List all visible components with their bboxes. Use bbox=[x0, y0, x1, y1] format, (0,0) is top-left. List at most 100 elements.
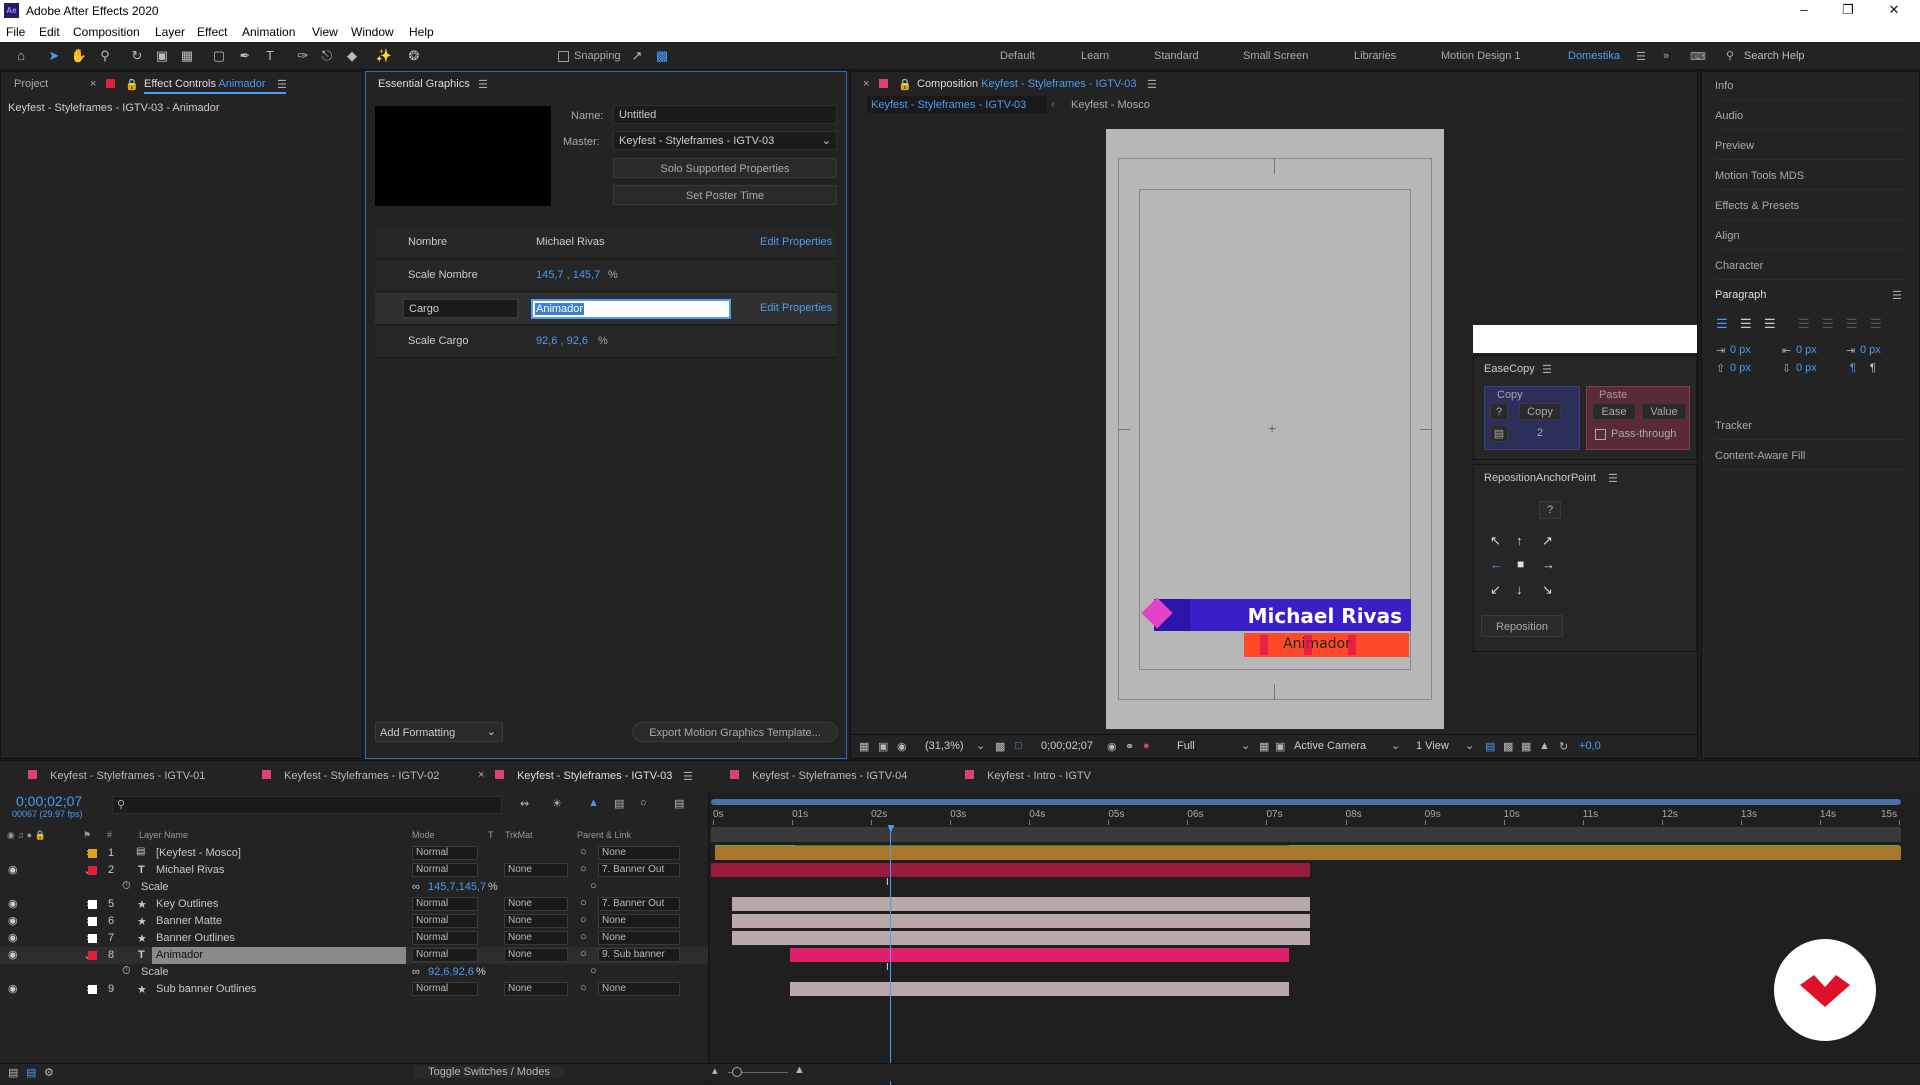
comp-mini-flowchart-icon[interactable]: ↭ bbox=[520, 797, 529, 810]
snap-options-icon[interactable]: ▩ bbox=[653, 47, 671, 65]
anchor-left-icon[interactable]: ← bbox=[1490, 557, 1503, 572]
workspace-default[interactable]: Default bbox=[1000, 50, 1035, 62]
close-icon[interactable]: ✕ bbox=[1874, 2, 1914, 20]
lock-icon[interactable]: 🔒 bbox=[898, 78, 912, 91]
reposition-help-button[interactable]: ? bbox=[1539, 501, 1561, 519]
pickwhip-icon[interactable]: ○ bbox=[590, 965, 597, 977]
reposition-menu-icon[interactable]: ☰ bbox=[1608, 472, 1618, 485]
menu-edit[interactable]: Edit bbox=[39, 25, 60, 39]
rectangle-tool-icon[interactable]: ▢ bbox=[210, 47, 228, 65]
pickwhip-icon[interactable]: ○ bbox=[580, 914, 587, 926]
menu-help[interactable]: Help bbox=[409, 25, 434, 39]
search-help[interactable]: ⚲ Search Help bbox=[1722, 48, 1912, 64]
brush-tool-icon[interactable]: ✑ bbox=[294, 47, 312, 65]
layer-name[interactable]: Michael Rivas bbox=[156, 864, 224, 876]
graph-editor-icon[interactable]: ▤ bbox=[674, 797, 684, 810]
layer-label-color[interactable] bbox=[88, 951, 97, 960]
anchor-right-icon[interactable]: → bbox=[1542, 557, 1555, 572]
content-aware-fill-panel[interactable]: Content-Aware Fill bbox=[1715, 442, 1905, 470]
stopwatch-icon[interactable]: ⏱ bbox=[122, 880, 131, 893]
current-time-display[interactable]: 0;00;02;07 bbox=[1041, 740, 1093, 752]
layer-row[interactable]: ◉ › 7 ★ Banner Outlines Normal None ○ No… bbox=[0, 930, 708, 947]
parent-select[interactable]: None bbox=[598, 846, 680, 860]
layer-search-input[interactable]: ⚲ bbox=[112, 796, 502, 814]
shy-layers-icon[interactable]: ▲ bbox=[588, 797, 599, 809]
layer-label-color[interactable] bbox=[88, 900, 97, 909]
blend-mode-select[interactable]: Normal bbox=[412, 948, 478, 962]
effects-presets-panel[interactable]: Effects & Presets bbox=[1715, 192, 1905, 220]
parent-select[interactable]: 7. Banner Out bbox=[598, 897, 680, 911]
trkmat-select[interactable]: None bbox=[504, 897, 568, 911]
align-center-icon[interactable]: ☰ bbox=[1740, 316, 1752, 332]
zoom-tool-icon[interactable]: ⚲ bbox=[96, 47, 114, 65]
reset-exposure-icon[interactable]: ↻ bbox=[1559, 740, 1568, 753]
snap-icon[interactable]: ↗ bbox=[628, 47, 646, 65]
pan-behind-tool-icon[interactable]: ▦ bbox=[178, 47, 196, 65]
layer-row[interactable]: ◉ › 9 ★ Sub banner Outlines Normal None … bbox=[0, 981, 708, 998]
indent-first-value[interactable]: 0 px bbox=[1860, 344, 1881, 356]
layer-label-color[interactable] bbox=[88, 849, 97, 858]
panel-menu-icon[interactable]: ☰ bbox=[277, 78, 287, 91]
timeline-tab[interactable]: Keyfest - Styleframes - IGTV-01 bbox=[28, 770, 205, 782]
workspace-motion-design[interactable]: Motion Design 1 bbox=[1441, 50, 1521, 62]
anchor-bottom-left-icon[interactable]: ↙ bbox=[1490, 582, 1501, 598]
eg-property-value[interactable]: 92,6 , 92,6 bbox=[536, 335, 588, 347]
layer-bar-key-outlines[interactable] bbox=[732, 897, 1310, 911]
mask-icon[interactable]: ◉ bbox=[897, 740, 907, 753]
snapping-checkbox[interactable] bbox=[558, 51, 569, 62]
frame-blending-icon[interactable]: ▤ bbox=[614, 797, 624, 810]
layer-row[interactable]: › 1 ▤ [Keyfest - Mosco] Normal ○ None bbox=[0, 845, 708, 862]
render-time-icon[interactable]: ▤ bbox=[8, 1066, 18, 1079]
snapshot-icon[interactable]: ◉ bbox=[1107, 740, 1117, 753]
solo-supported-button[interactable]: Solo Supported Properties bbox=[613, 158, 837, 178]
indent-left-value[interactable]: 0 px bbox=[1730, 344, 1751, 356]
playhead-icon[interactable]: ▼ bbox=[885, 821, 897, 835]
trkmat-select[interactable]: None bbox=[504, 948, 568, 962]
modes-icon[interactable]: ⚙ bbox=[44, 1066, 54, 1079]
close-tab-icon[interactable]: × bbox=[863, 78, 869, 90]
home-icon[interactable]: ⌂ bbox=[12, 47, 30, 65]
tab-composition[interactable]: Composition Keyfest - Styleframes - IGTV… bbox=[917, 78, 1136, 90]
transparency-grid-icon[interactable]: ▦ bbox=[1259, 740, 1269, 753]
puppet-tool-icon[interactable]: ❂ bbox=[405, 47, 423, 65]
space-after-value[interactable]: 0 px bbox=[1796, 362, 1817, 374]
layer-name[interactable]: Banner Outlines bbox=[156, 932, 235, 944]
eraser-tool-icon[interactable]: ◆ bbox=[343, 47, 361, 65]
timeline-icon[interactable]: ▦ bbox=[1521, 740, 1531, 753]
trkmat-select[interactable]: None bbox=[504, 914, 568, 928]
menu-animation[interactable]: Animation bbox=[242, 25, 295, 39]
character-panel[interactable]: Character bbox=[1715, 252, 1905, 280]
parent-select[interactable]: None bbox=[598, 914, 680, 928]
pickwhip-icon[interactable]: ○ bbox=[580, 897, 587, 909]
pickwhip-icon[interactable]: ○ bbox=[580, 863, 587, 875]
layer-name[interactable]: [Keyfest - Mosco] bbox=[156, 847, 241, 859]
sub-banner[interactable]: Animador bbox=[1244, 633, 1409, 657]
eg-name-input[interactable]: Untitled bbox=[613, 105, 837, 124]
timeline-tab-active[interactable]: Keyfest - Styleframes - IGTV-03 bbox=[495, 770, 672, 782]
layer-label-color[interactable] bbox=[88, 934, 97, 943]
layer-bar-animador[interactable] bbox=[790, 948, 1289, 962]
visibility-eye-icon[interactable]: ◉ bbox=[8, 948, 18, 961]
motion-blur-icon[interactable]: ○ bbox=[640, 797, 647, 809]
info-panel[interactable]: Info bbox=[1715, 72, 1905, 100]
resolution-icon[interactable]: ▩ bbox=[995, 740, 1005, 753]
layer-label-color[interactable] bbox=[88, 985, 97, 994]
fast-preview-icon[interactable]: ▩ bbox=[1503, 740, 1513, 753]
minimize-icon[interactable]: – bbox=[1784, 2, 1824, 20]
motion-tools-panel[interactable]: Motion Tools MDS bbox=[1715, 162, 1905, 190]
eg-property-value[interactable]: Michael Rivas bbox=[536, 236, 604, 248]
scale-value[interactable]: 92,6,92,6 bbox=[428, 966, 474, 978]
layer-row[interactable]: ◉ ⌄ 2 T Michael Rivas Normal None ○ 7. B… bbox=[0, 862, 708, 879]
layer-bar-sub-banner[interactable] bbox=[790, 982, 1289, 996]
timeline-tab[interactable]: Keyfest - Intro - IGTV bbox=[965, 770, 1091, 782]
layer-row[interactable]: ◉ › 6 ★ Banner Matte Normal None ○ None bbox=[0, 913, 708, 930]
anchor-bottom-icon[interactable]: ↓ bbox=[1516, 582, 1523, 597]
layer-bar-mosco[interactable] bbox=[715, 846, 1901, 860]
parent-select[interactable]: None bbox=[598, 982, 680, 996]
trkmat-select[interactable]: None bbox=[504, 863, 568, 877]
blend-mode-select[interactable]: Normal bbox=[412, 897, 478, 911]
timeline-tab[interactable]: Keyfest - Styleframes - IGTV-04 bbox=[730, 770, 907, 782]
layer-name[interactable]: Animador bbox=[152, 947, 406, 964]
timeline-tab[interactable]: Keyfest - Styleframes - IGTV-02 bbox=[262, 770, 439, 782]
pickwhip-icon[interactable]: ○ bbox=[580, 982, 587, 994]
